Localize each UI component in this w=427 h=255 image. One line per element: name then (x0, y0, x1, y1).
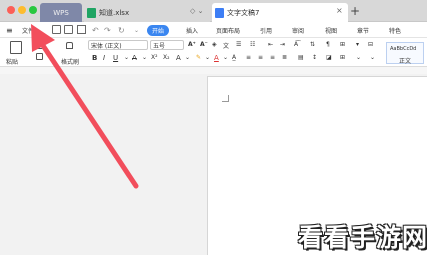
annotation-arrow (31, 24, 139, 189)
arrow-shaft (37, 38, 139, 189)
app-window: WPS 知道.xlsx ◇ ⌄ 文字文稿7 × + ≡ 文件 ↶ ↷ ↻ ⌄ 开… (0, 0, 427, 255)
watermark-text: 看看手游网 (298, 223, 427, 252)
